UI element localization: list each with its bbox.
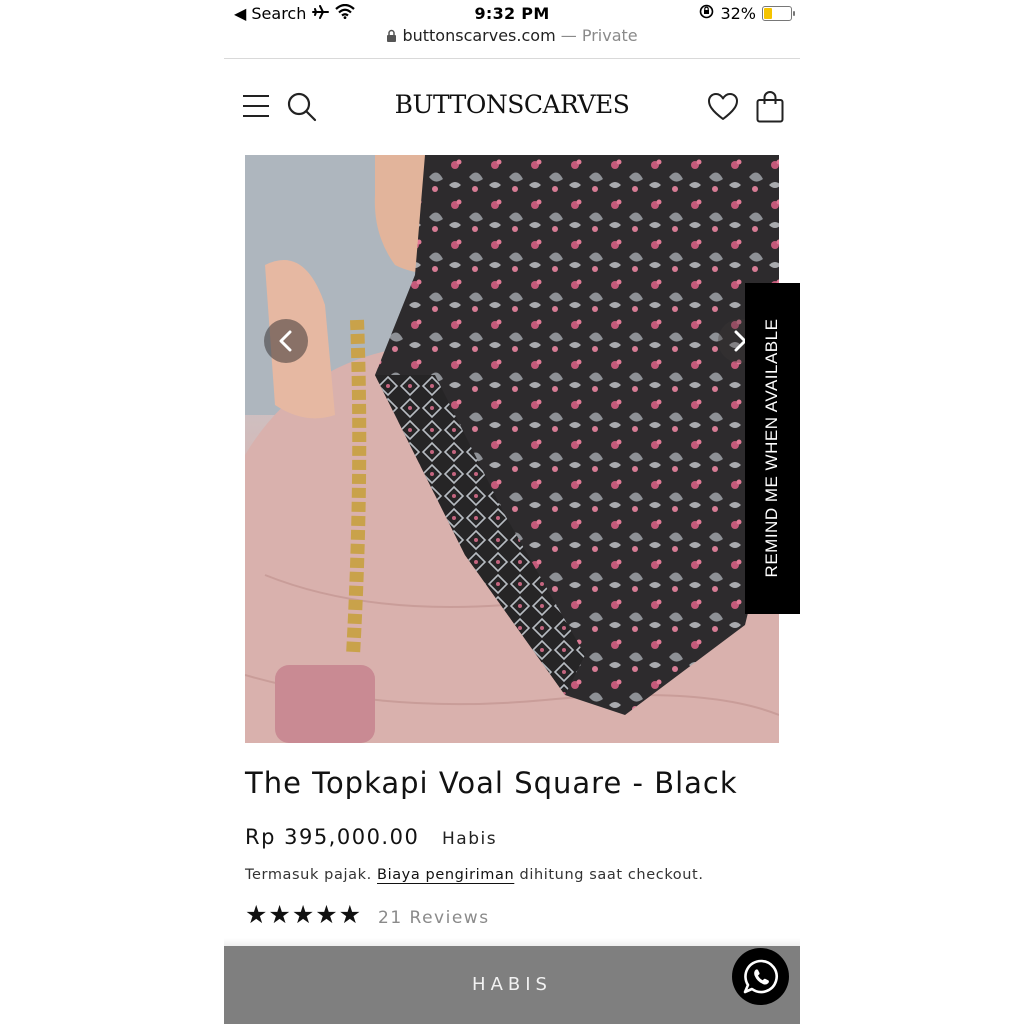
shipping-link[interactable]: Biaya pengiriman xyxy=(377,867,514,883)
url-domain: buttonscarves.com xyxy=(402,26,556,45)
chevron-left-icon xyxy=(279,330,292,352)
status-bar: ◀ Search 9:32 PM 32% xyxy=(224,0,800,28)
tax-suffix: dihitung saat checkout. xyxy=(519,867,704,883)
carousel-prev-button[interactable] xyxy=(264,319,308,363)
private-label: — Private xyxy=(560,26,638,45)
rating-stars: ★★★★★ xyxy=(245,900,363,929)
battery-icon xyxy=(762,6,795,21)
heart-icon[interactable] xyxy=(708,93,738,125)
lock-icon xyxy=(386,26,402,45)
status-right: 32% xyxy=(699,4,795,23)
battery-percent: 32% xyxy=(720,4,756,23)
bag-icon[interactable] xyxy=(756,91,784,127)
whatsapp-button[interactable] xyxy=(732,948,789,1005)
availability-badge: Habis xyxy=(442,829,498,849)
remind-me-label: REMIND ME WHEN AVAILABLE xyxy=(762,318,781,578)
orientation-lock-icon xyxy=(699,4,714,23)
product-photo xyxy=(245,155,779,743)
url-divider xyxy=(224,58,800,59)
product-price: Rp 395,000.00 xyxy=(245,825,420,849)
product-title: The Topkapi Voal Square - Black xyxy=(245,766,738,800)
reviews-link[interactable]: 21 Reviews xyxy=(378,908,490,928)
tax-note: Termasuk pajak. Biaya pengiriman dihitun… xyxy=(245,867,704,883)
tax-prefix: Termasuk pajak. xyxy=(245,867,372,883)
product-image[interactable] xyxy=(245,155,779,743)
whatsapp-icon xyxy=(743,959,778,993)
remind-me-button[interactable]: REMIND ME WHEN AVAILABLE xyxy=(745,283,800,614)
battery-level xyxy=(764,8,772,19)
phone-screen: ◀ Search 9:32 PM 32% buttonscarves.com —… xyxy=(224,0,800,1024)
url-bar[interactable]: buttonscarves.com — Private xyxy=(224,26,800,54)
sold-out-button[interactable]: HABIS xyxy=(224,946,800,1024)
